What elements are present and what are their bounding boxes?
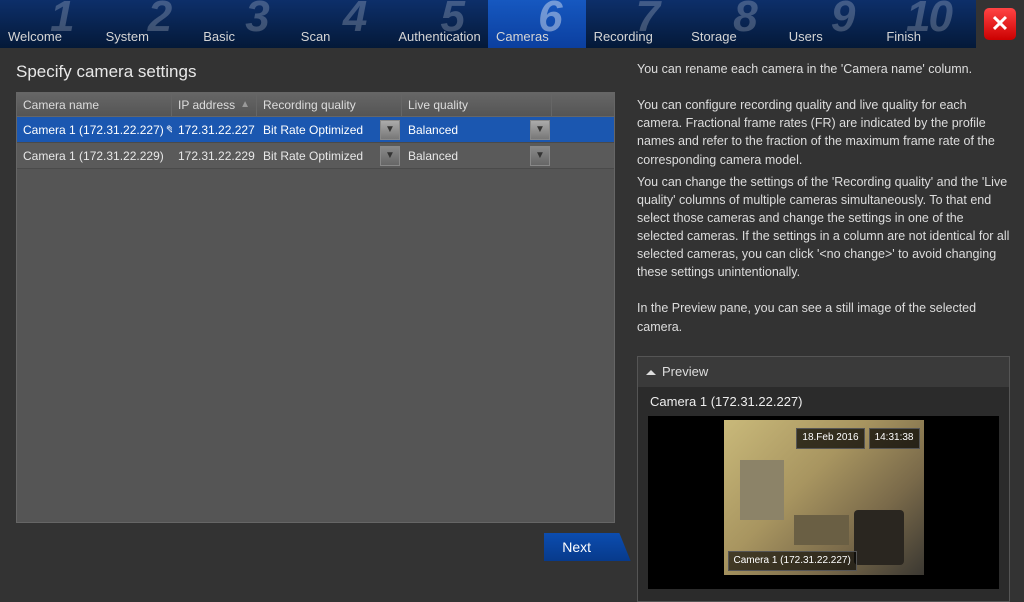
caret-up-icon (646, 370, 656, 375)
page-title: Specify camera settings (16, 62, 615, 82)
wizard-steps: 1 Welcome 2 System 3 Basic 4 Scan 5 Auth… (0, 0, 1024, 48)
cell-recording-quality[interactable]: Bit Rate Optimized ▼ (257, 117, 402, 142)
left-pane: Specify camera settings Camera name IP a… (0, 48, 625, 575)
chevron-down-icon[interactable]: ▼ (530, 146, 550, 166)
camera-table: Camera name IP address ▲ Recording quali… (16, 92, 615, 523)
table-row[interactable]: Camera 1 (172.31.22.229) 172.31.22.229 B… (17, 143, 614, 169)
chevron-down-icon[interactable]: ▼ (530, 120, 550, 140)
step-welcome[interactable]: 1 Welcome (0, 0, 98, 48)
preview-title: Camera 1 (172.31.22.227) (648, 393, 999, 412)
help-paragraph: You can configure recording quality and … (637, 96, 1010, 169)
step-cameras[interactable]: 6 Cameras (488, 0, 586, 48)
preview-header[interactable]: Preview (638, 357, 1009, 388)
table-header: Camera name IP address ▲ Recording quali… (17, 93, 614, 117)
right-pane: You can rename each camera in the 'Camer… (625, 48, 1024, 575)
help-text: You can rename each camera in the 'Camer… (637, 60, 1010, 82)
help-paragraph: You can rename each camera in the 'Camer… (637, 60, 1010, 78)
col-header-name[interactable]: Camera name (17, 93, 172, 116)
step-authentication[interactable]: 5 Authentication (390, 0, 488, 48)
step-basic[interactable]: 3 Basic (195, 0, 293, 48)
timestamp-overlay: 18.Feb 2016 14:31:38 (796, 428, 919, 449)
chevron-down-icon[interactable]: ▼ (380, 146, 400, 166)
step-storage[interactable]: 8 Storage (683, 0, 781, 48)
chevron-down-icon[interactable]: ▼ (380, 120, 400, 140)
col-header-live[interactable]: Live quality (402, 93, 552, 116)
cell-camera-name[interactable]: Camera 1 (172.31.22.229) (17, 143, 172, 168)
step-finish[interactable]: 10 Finish (878, 0, 976, 48)
col-header-pad (552, 93, 592, 116)
preview-frame: 18.Feb 2016 14:31:38 Camera 1 (172.31.22… (648, 416, 999, 589)
col-header-ip[interactable]: IP address ▲ (172, 93, 257, 116)
help-paragraph: You can change the settings of the 'Reco… (637, 173, 1010, 282)
sort-icon: ▲ (240, 99, 250, 110)
help-text: You can configure recording quality and … (637, 96, 1010, 285)
step-scan[interactable]: 4 Scan (293, 0, 391, 48)
step-system[interactable]: 2 System (98, 0, 196, 48)
table-row[interactable]: Camera 1 (172.31.22.227) ✎ 172.31.22.227… (17, 117, 614, 143)
camera-label-overlay: Camera 1 (172.31.22.227) (728, 551, 857, 572)
step-users[interactable]: 9 Users (781, 0, 879, 48)
help-text: In the Preview pane, you can see a still… (637, 299, 1010, 339)
camera-still-image: 18.Feb 2016 14:31:38 Camera 1 (172.31.22… (724, 420, 924, 575)
cell-ip: 172.31.22.227 (172, 117, 257, 142)
step-recording[interactable]: 7 Recording (586, 0, 684, 48)
cell-live-quality[interactable]: Balanced ▼ (402, 117, 552, 142)
help-paragraph: In the Preview pane, you can see a still… (637, 299, 1010, 335)
cell-camera-name[interactable]: Camera 1 (172.31.22.227) ✎ (17, 117, 172, 142)
footer-buttons: Next (16, 523, 615, 561)
close-icon: ✕ (984, 8, 1016, 40)
close-button[interactable]: ✕ (976, 0, 1024, 48)
content: Specify camera settings Camera name IP a… (0, 48, 1024, 575)
cell-recording-quality[interactable]: Bit Rate Optimized ▼ (257, 143, 402, 168)
preview-panel: Preview Camera 1 (172.31.22.227) 18.Feb … (637, 356, 1010, 602)
cell-live-quality[interactable]: Balanced ▼ (402, 143, 552, 168)
col-header-recording[interactable]: Recording quality (257, 93, 402, 116)
next-button[interactable]: Next (544, 533, 615, 561)
cell-ip: 172.31.22.229 (172, 143, 257, 168)
preview-body: Camera 1 (172.31.22.227) 18.Feb 2016 14:… (638, 387, 1009, 601)
